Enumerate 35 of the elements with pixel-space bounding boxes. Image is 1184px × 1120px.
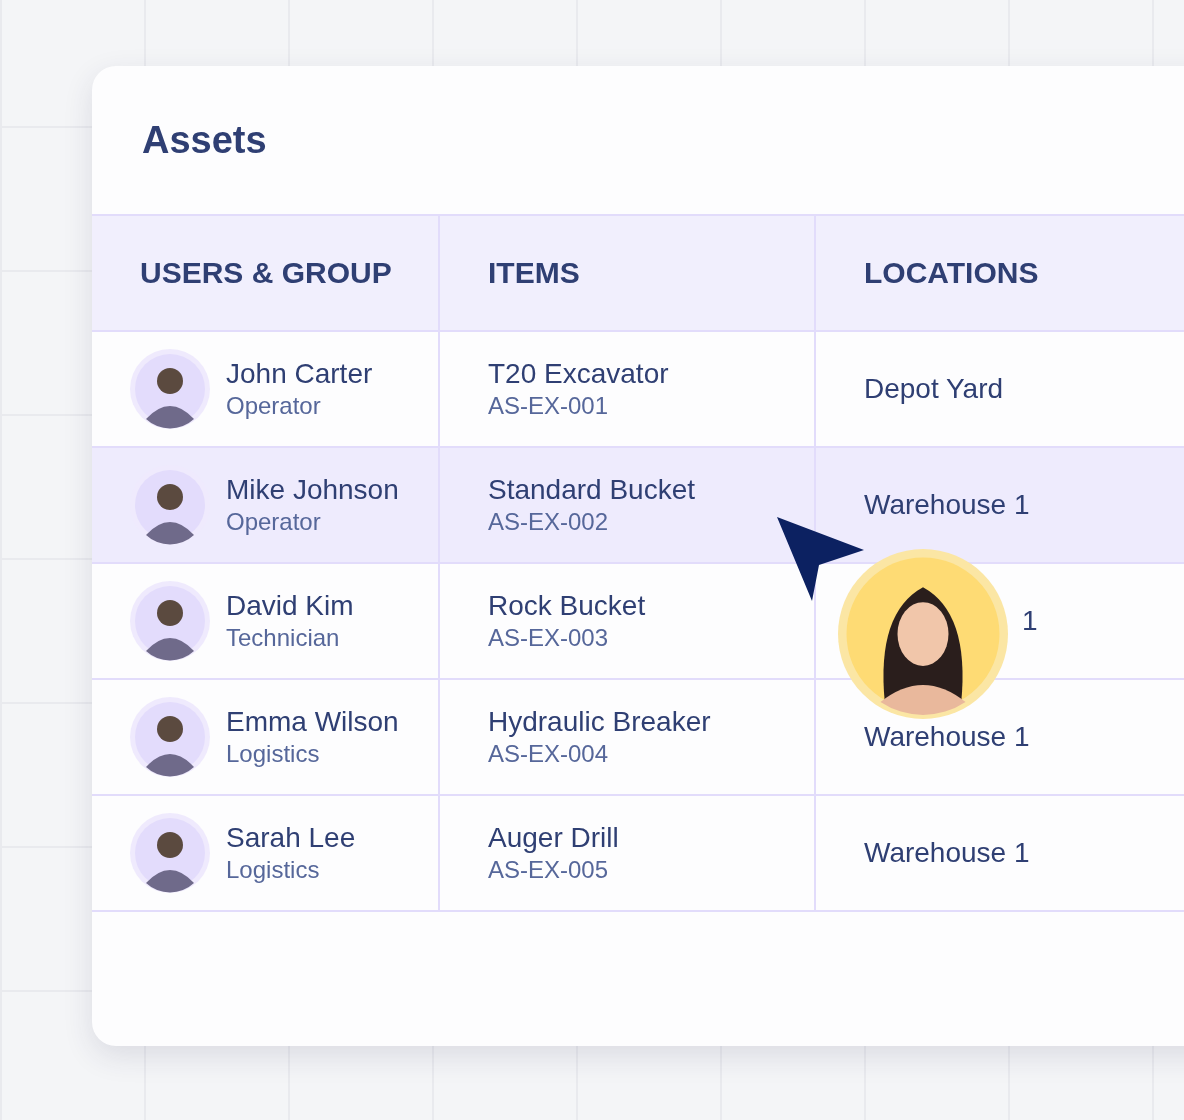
user-name: Mike Johnson [226,473,399,507]
location-text: Depot Yard [864,373,1004,405]
column-header: ITEMS [438,216,814,332]
item-name: Rock Bucket [488,589,646,623]
user-role: Logistics [226,739,321,769]
item-code: AS-EX-002 [488,507,610,537]
card-title: Assets [141,117,268,163]
avatar-icon [130,813,210,893]
location-text: Warehouse 1 [864,721,1030,753]
cursor-icon [777,517,865,601]
item-code: AS-EX-001 [488,391,610,421]
column-header: USERS & GROUP [92,216,438,332]
avatar-icon [130,581,210,661]
user-name: Sarah Lee [226,821,356,855]
user-role: Logistics [226,855,321,885]
avatar-icon [838,549,1008,719]
user-role: Operator [226,507,322,537]
location-text: Warehouse 1 [864,489,1030,521]
location-text: 1 [1021,605,1038,637]
user-role: Technician [226,623,341,653]
column-header: LOCATIONS [814,216,1184,332]
user-name: David Kim [226,589,354,623]
user-role: Operator [226,391,322,421]
item-code: AS-EX-003 [488,623,610,653]
item-code: AS-EX-005 [488,855,610,885]
user-name: John Carter [226,357,373,391]
avatar-icon [130,697,210,777]
user-name: Emma Wilson [226,705,399,739]
item-code: AS-EX-004 [488,739,610,769]
location-text: Warehouse 1 [864,837,1030,869]
item-name: Auger Drill [488,821,619,855]
avatar-icon [130,349,210,429]
item-name: Standard Bucket [488,473,696,507]
item-name: Hydraulic Breaker [488,705,711,739]
item-name: T20 Excavator [488,357,669,391]
